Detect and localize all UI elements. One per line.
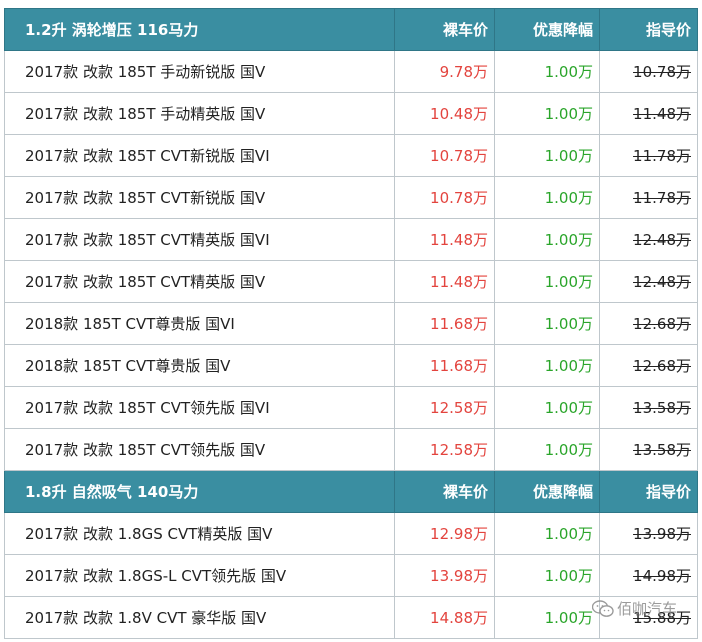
bare-price: 10.48万 <box>394 92 495 135</box>
guide-price: 10.78万 <box>599 50 698 93</box>
section-title: 1.2升 涡轮增压 116马力 <box>4 8 395 51</box>
model-name: 2017款 改款 1.8GS CVT精英版 国V <box>4 512 395 555</box>
discount: 1.00万 <box>494 260 600 303</box>
model-name: 2017款 改款 185T CVT领先版 国VI <box>4 386 395 429</box>
guide-price: 11.78万 <box>599 176 698 219</box>
bare-price: 10.78万 <box>394 176 495 219</box>
model-name: 2017款 改款 185T CVT领先版 国V <box>4 428 395 471</box>
header-bare-price: 裸车价 <box>394 470 495 513</box>
table-row: 2017款 改款 1.8GS-L CVT领先版 国V 13.98万 1.00万 14.… <box>4 554 698 597</box>
watermark: 佰咖汽车 <box>592 598 677 619</box>
guide-price: 11.48万 <box>599 92 698 135</box>
bare-price: 13.98万 <box>394 554 495 597</box>
table-row: 2017款 改款 1.8GS CVT精英版 国V 12.98万 1.00万 13.98… <box>4 512 698 555</box>
discount: 1.00万 <box>494 176 600 219</box>
discount: 1.00万 <box>494 302 600 345</box>
model-name: 2017款 改款 185T CVT精英版 国VI <box>4 218 395 261</box>
model-name: 2017款 改款 185T 手动新锐版 国V <box>4 50 395 93</box>
discount: 1.00万 <box>494 596 600 639</box>
guide-price: 12.68万 <box>599 302 698 345</box>
guide-price: 14.98万 <box>599 554 698 597</box>
model-name: 2018款 185T CVT尊贵版 国VI <box>4 302 395 345</box>
bare-price: 12.58万 <box>394 428 495 471</box>
model-name: 2017款 改款 185T CVT精英版 国V <box>4 260 395 303</box>
wechat-icon <box>592 599 614 617</box>
discount: 1.00万 <box>494 344 600 387</box>
guide-price: 12.48万 <box>599 218 698 261</box>
guide-price: 13.58万 <box>599 386 698 429</box>
table-row: 2017款 改款 185T 手动新锐版 国V 9.78万 1.00万 10.78万 <box>4 50 698 93</box>
guide-price: 12.68万 <box>599 344 698 387</box>
bare-price: 11.68万 <box>394 302 495 345</box>
guide-price: 12.48万 <box>599 260 698 303</box>
discount: 1.00万 <box>494 218 600 261</box>
model-name: 2017款 改款 185T CVT新锐版 国VI <box>4 134 395 177</box>
table-row: 2018款 185T CVT尊贵版 国VI 11.68万 1.00万 12.68万 <box>4 302 698 345</box>
guide-price: 13.98万 <box>599 512 698 555</box>
bare-price: 11.48万 <box>394 260 495 303</box>
section-header: 1.2升 涡轮增压 116马力 裸车价 优惠降幅 指导价 <box>4 8 698 51</box>
section-header: 1.8升 自然吸气 140马力 裸车价 优惠降幅 指导价 <box>4 470 698 513</box>
discount: 1.00万 <box>494 134 600 177</box>
discount: 1.00万 <box>494 428 600 471</box>
model-name: 2017款 改款 1.8GS-L CVT领先版 国V <box>4 554 395 597</box>
model-name: 2017款 改款 1.8V CVT 豪华版 国V <box>4 596 395 639</box>
guide-price: 11.78万 <box>599 134 698 177</box>
bare-price: 14.88万 <box>394 596 495 639</box>
bare-price: 10.78万 <box>394 134 495 177</box>
discount: 1.00万 <box>494 50 600 93</box>
table-row: 2017款 改款 185T CVT新锐版 国V 10.78万 1.00万 11.78万 <box>4 176 698 219</box>
bare-price: 12.98万 <box>394 512 495 555</box>
model-name: 2018款 185T CVT尊贵版 国V <box>4 344 395 387</box>
guide-price: 13.58万 <box>599 428 698 471</box>
header-discount: 优惠降幅 <box>494 8 600 51</box>
header-guide-price: 指导价 <box>599 8 698 51</box>
header-bare-price: 裸车价 <box>394 8 495 51</box>
model-name: 2017款 改款 185T 手动精英版 国V <box>4 92 395 135</box>
table-row: 2017款 改款 185T 手动精英版 国V 10.48万 1.00万 11.48万 <box>4 92 698 135</box>
table-row: 2017款 改款 185T CVT精英版 国VI 11.48万 1.00万 12.48… <box>4 218 698 261</box>
discount: 1.00万 <box>494 554 600 597</box>
discount: 1.00万 <box>494 386 600 429</box>
model-name: 2017款 改款 185T CVT新锐版 国V <box>4 176 395 219</box>
table-row: 2018款 185T CVT尊贵版 国V 11.68万 1.00万 12.68万 <box>4 344 698 387</box>
bare-price: 9.78万 <box>394 50 495 93</box>
table-row: 2017款 改款 185T CVT领先版 国V 12.58万 1.00万 13.58万 <box>4 428 698 471</box>
bare-price: 12.58万 <box>394 386 495 429</box>
discount: 1.00万 <box>494 92 600 135</box>
bare-price: 11.68万 <box>394 344 495 387</box>
table-row: 2017款 改款 185T CVT精英版 国V 11.48万 1.00万 12.48万 <box>4 260 698 303</box>
header-guide-price: 指导价 <box>599 470 698 513</box>
bare-price: 11.48万 <box>394 218 495 261</box>
discount: 1.00万 <box>494 512 600 555</box>
watermark-text: 佰咖汽车 <box>617 600 678 618</box>
price-table-body: 1.2升 涡轮增压 116马力 裸车价 优惠降幅 指导价 2017款 改款 185T 手… <box>4 8 698 639</box>
section-title: 1.8升 自然吸气 140马力 <box>4 470 395 513</box>
header-discount: 优惠降幅 <box>494 470 600 513</box>
table-row: 2017款 改款 185T CVT新锐版 国VI 10.78万 1.00万 11.78… <box>4 134 698 177</box>
price-table: 1.2升 涡轮增压 116马力 裸车价 优惠降幅 指导价 2017款 改款 185T 手… <box>4 8 698 639</box>
table-row: 2017款 改款 185T CVT领先版 国VI 12.58万 1.00万 13.58… <box>4 386 698 429</box>
